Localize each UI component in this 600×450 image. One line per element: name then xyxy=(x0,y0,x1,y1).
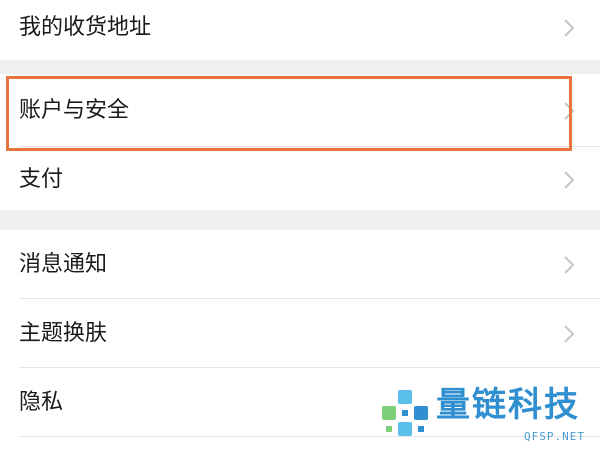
section-gap xyxy=(0,60,600,74)
settings-item-label: 我的收货地址 xyxy=(19,15,152,40)
watermark: 量链科技 QFSP.NET xyxy=(378,388,596,444)
settings-item-label: 消息通知 xyxy=(19,252,108,277)
chevron-right-icon xyxy=(564,171,575,189)
settings-item-theme-skin[interactable]: 主题换肤 xyxy=(0,299,600,367)
watermark-brand: 量链科技 xyxy=(436,385,580,425)
settings-item-label: 主题换肤 xyxy=(19,321,108,346)
settings-item-label: 账户与安全 xyxy=(19,98,130,123)
settings-item-label: 支付 xyxy=(19,167,64,192)
settings-item-shipping-address[interactable]: 我的收货地址 xyxy=(0,0,600,60)
settings-item-account-security[interactable]: 账户与安全 xyxy=(0,74,600,146)
chevron-right-icon xyxy=(564,19,575,37)
settings-item-payment[interactable]: 支付 xyxy=(0,147,600,210)
watermark-url: QFSP.NET xyxy=(524,430,585,443)
chevron-right-icon xyxy=(564,256,575,274)
chevron-right-icon xyxy=(564,102,575,120)
section-gap xyxy=(0,210,600,230)
chevron-right-icon xyxy=(564,325,575,343)
settings-item-label: 隐私 xyxy=(19,390,64,415)
watermark-logo-icon xyxy=(382,390,428,436)
settings-item-notifications[interactable]: 消息通知 xyxy=(0,230,600,298)
